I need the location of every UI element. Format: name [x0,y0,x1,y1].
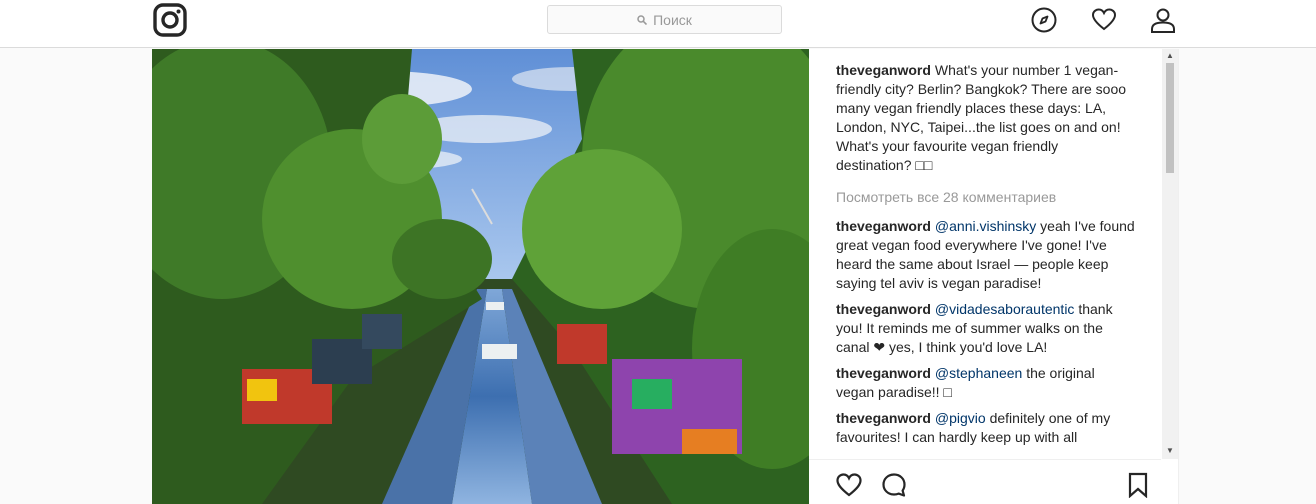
like-heart-icon[interactable] [836,472,862,498]
post-sidebar: theveganword What's your number 1 vegan-f… [809,49,1179,504]
view-all-comments-link[interactable]: Посмотреть все 28 комментариев [836,188,1136,207]
comments-scrollbar[interactable]: ▲ ▼ [1162,49,1178,459]
user-icon[interactable] [1150,7,1176,33]
search-input[interactable]: Поиск [547,5,782,34]
scrollbar-thumb[interactable] [1166,63,1174,173]
heart-icon[interactable] [1091,7,1117,33]
comment-item: theveganword @pigvio definitely one of my… [836,409,1136,447]
caption-username[interactable]: theveganword [836,62,931,78]
caption: theveganword What's your number 1 vegan-f… [836,61,1136,175]
instagram-logo-icon[interactable] [153,3,187,37]
comment-icon[interactable] [881,472,907,498]
comment-mention[interactable]: @vidadesaborautentic [935,301,1075,317]
post-photo[interactable] [152,49,809,504]
canal-photo [152,49,809,504]
comment-username[interactable]: theveganword [836,218,931,234]
comment-mention[interactable]: @pigvio [935,410,986,426]
search-placeholder: Поиск [653,11,692,28]
comment-item: theveganword @vidadesaborautentic thank y… [836,300,1136,357]
scroll-up-arrow-icon[interactable]: ▲ [1166,52,1174,60]
scroll-down-arrow-icon[interactable]: ▼ [1166,447,1174,455]
comment-mention[interactable]: @anni.vishinsky [935,218,1036,234]
top-navigation-bar: Поиск [0,0,1316,48]
comments-list: theveganword What's your number 1 vegan-f… [836,61,1136,459]
caption-text: What's your number 1 vegan-friendly city… [836,62,1127,173]
search-icon [637,14,648,25]
comment-username[interactable]: theveganword [836,301,931,317]
compass-icon[interactable] [1031,7,1057,33]
post-actions-bar [809,459,1161,504]
bookmark-icon[interactable] [1125,472,1151,498]
comment-username[interactable]: theveganword [836,410,931,426]
comment-item: theveganword @anni.vishinsky yeah I've fo… [836,217,1136,293]
comment-username[interactable]: theveganword [836,365,931,381]
comment-item: theveganword @stephaneen the original veg… [836,364,1136,402]
comment-mention[interactable]: @stephaneen [935,365,1022,381]
